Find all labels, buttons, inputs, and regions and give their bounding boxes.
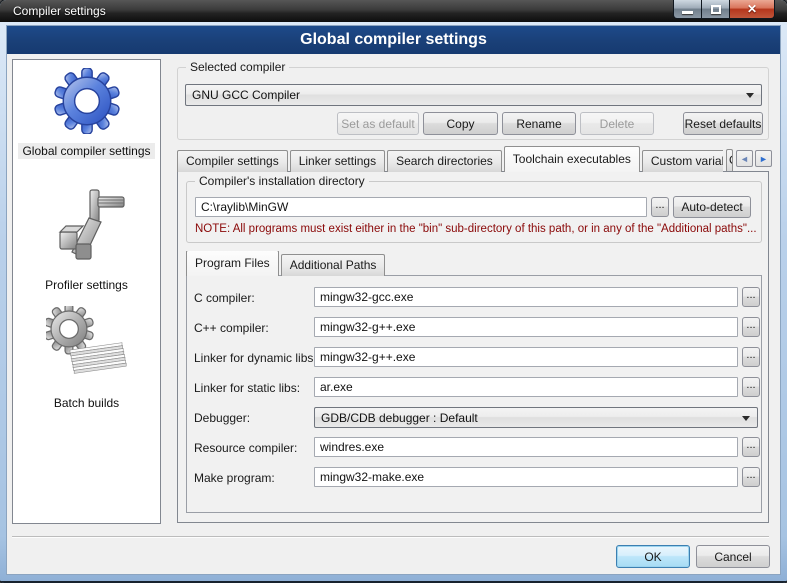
c-compiler-label: C compiler: <box>194 291 255 305</box>
chevron-down-icon <box>746 93 754 98</box>
delete-button: Delete <box>580 112 654 135</box>
window-controls: ✕ <box>673 0 775 19</box>
install-dir-group-label: Compiler's installation directory <box>195 174 369 188</box>
tab-scroll-right-button[interactable]: ► <box>755 150 772 167</box>
close-button[interactable]: ✕ <box>730 0 775 19</box>
settings-category-list: Global compiler settings Profiler settin… <box>12 59 161 524</box>
tab-linker-settings[interactable]: Linker settings <box>290 150 385 172</box>
toolchain-executables-page: Compiler's installation directory ... Au… <box>177 171 769 523</box>
window-frame: Global compiler settings Global compiler… <box>0 22 787 583</box>
caliper-icon <box>13 188 160 273</box>
install-dir-input[interactable] <box>195 197 647 217</box>
make-program-browse-button[interactable]: ... <box>742 467 760 487</box>
resource-compiler-label: Resource compiler: <box>194 441 297 455</box>
debugger-label: Debugger: <box>194 411 250 425</box>
arrow-left-icon: ◄ <box>740 154 749 164</box>
sidebar-item-label: Batch builds <box>50 395 123 411</box>
resource-compiler-input[interactable] <box>314 437 738 457</box>
title-bar[interactable]: Compiler settings ✕ <box>0 0 787 22</box>
linker-for-static-libs-label: Linker for static libs: <box>194 381 300 395</box>
rename-button[interactable]: Rename <box>502 112 576 135</box>
debugger-select-value: GDB/CDB debugger : Default <box>321 408 478 427</box>
c-compiler-input[interactable] <box>314 287 738 307</box>
resource-compiler-browse-button[interactable]: ... <box>742 437 760 457</box>
cancel-button[interactable]: Cancel <box>696 545 770 568</box>
sidebar-item-label: Profiler settings <box>41 277 132 293</box>
window-title: Compiler settings <box>13 0 106 22</box>
make-program-input[interactable] <box>314 467 738 487</box>
maximize-icon <box>711 5 721 14</box>
make-program-label: Make program: <box>194 471 275 485</box>
tab-overflow-partial[interactable]: O <box>726 149 733 171</box>
compiler-settings-dialog: Compiler settings ✕ Global compiler sett… <box>0 0 787 583</box>
blue-gear-icon <box>13 68 160 139</box>
compiler-select[interactable]: GNU GCC Compiler <box>185 84 762 106</box>
tab-toolchain-executables[interactable]: Toolchain executables <box>504 146 640 172</box>
autodetect-button[interactable]: Auto-detect <box>673 196 751 218</box>
program-files-tabs: Program FilesAdditional Paths <box>186 251 486 276</box>
minimize-button[interactable] <box>673 0 702 19</box>
c-compiler-browse-button[interactable]: ... <box>742 317 760 337</box>
c-compiler-label: C++ compiler: <box>194 321 269 335</box>
linker-for-static-libs-browse-button[interactable]: ... <box>742 377 760 397</box>
reset-defaults-button[interactable]: Reset defaults <box>683 112 763 135</box>
minimize-icon <box>682 11 693 14</box>
debugger-select[interactable]: GDB/CDB debugger : Default <box>314 407 758 428</box>
close-icon: ✕ <box>747 2 757 16</box>
c-compiler-browse-button[interactable]: ... <box>742 287 760 307</box>
footer-divider <box>12 536 769 538</box>
settings-tabs: Compiler settingsLinker settingsSearch d… <box>177 146 723 172</box>
sidebar-item-profiler-settings[interactable]: Profiler settings <box>13 188 160 294</box>
sidebar-item-batch-builds[interactable]: Batch builds <box>13 306 160 412</box>
install-dir-group: Compiler's installation directory ... Au… <box>186 181 762 243</box>
tab-search-directories[interactable]: Search directories <box>387 150 502 172</box>
set-as-default-button: Set as default <box>337 112 419 135</box>
linker-for-dynamic-libs-input[interactable] <box>314 347 738 367</box>
tab-compiler-settings[interactable]: Compiler settings <box>177 150 288 172</box>
tab-custom-variables[interactable]: Custom variables <box>642 150 723 172</box>
compiler-select-value: GNU GCC Compiler <box>192 85 300 105</box>
page-title: Global compiler settings <box>7 26 780 54</box>
sidebar-item-global-compiler-settings[interactable]: Global compiler settings <box>13 68 160 160</box>
install-dir-browse-button[interactable]: ... <box>651 197 669 217</box>
tab-scroll-left-button[interactable]: ◄ <box>736 150 753 167</box>
arrow-right-icon: ► <box>759 154 768 164</box>
subtab-additional-paths[interactable]: Additional Paths <box>281 254 386 276</box>
dialog-content: Global compiler settings Global compiler… <box>7 26 780 574</box>
copy-button[interactable]: Copy <box>423 112 498 135</box>
linker-for-dynamic-libs-browse-button[interactable]: ... <box>742 347 760 367</box>
sidebar-item-label: Global compiler settings <box>18 143 154 159</box>
subtab-program-files[interactable]: Program Files <box>186 251 279 276</box>
chevron-down-icon <box>742 416 750 421</box>
ok-button[interactable]: OK <box>616 545 690 568</box>
maximize-button[interactable] <box>702 0 730 19</box>
c-compiler-input[interactable] <box>314 317 738 337</box>
linker-for-static-libs-input[interactable] <box>314 377 738 397</box>
install-dir-note: NOTE: All programs must exist either in … <box>195 223 757 235</box>
linker-for-dynamic-libs-label: Linker for dynamic libs: <box>194 351 317 365</box>
selected-compiler-group-label: Selected compiler <box>186 60 289 74</box>
gray-gear-stack-icon <box>13 306 160 391</box>
